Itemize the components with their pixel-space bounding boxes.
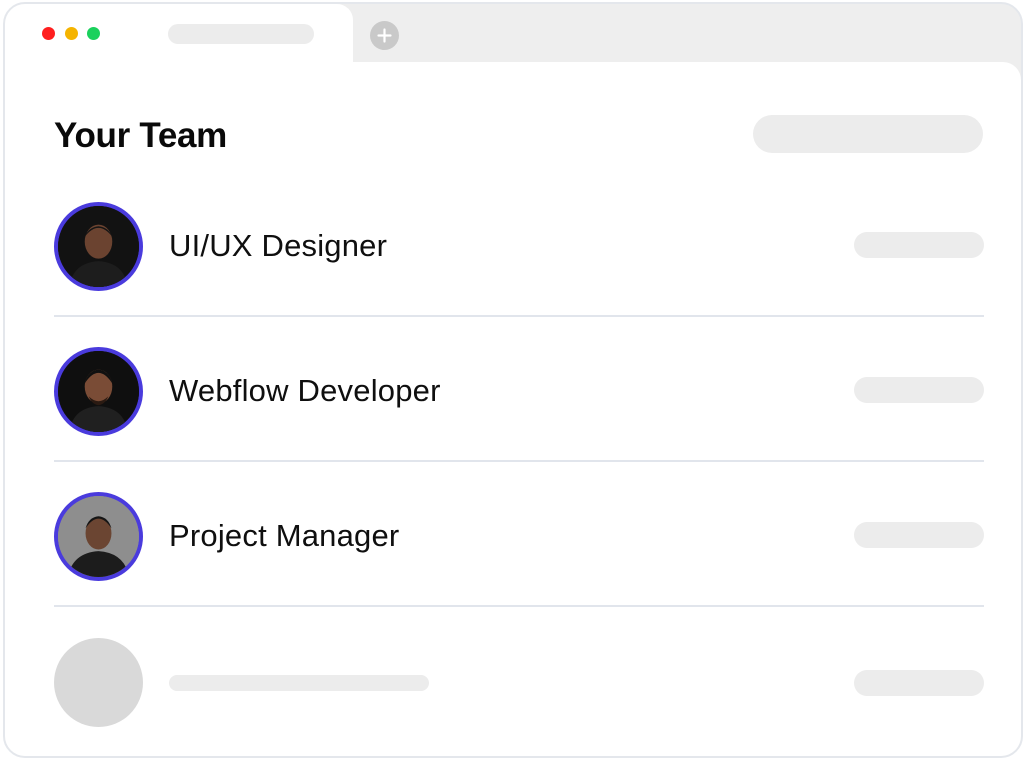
person-avatar-icon bbox=[58, 496, 139, 577]
team-member-row[interactable]: Webflow Developer bbox=[54, 317, 984, 462]
browser-window: Your Team UI/UX Designer Webflow Develop… bbox=[3, 2, 1023, 758]
team-member-row-placeholder bbox=[54, 607, 984, 752]
row-meta-placeholder bbox=[854, 377, 984, 403]
tab-title-placeholder bbox=[168, 24, 314, 44]
close-window-button[interactable] bbox=[42, 27, 55, 40]
row-meta-placeholder bbox=[854, 232, 984, 258]
avatar bbox=[54, 202, 143, 291]
team-member-row[interactable]: UI/UX Designer bbox=[54, 172, 984, 317]
avatar bbox=[54, 492, 143, 581]
new-tab-button[interactable] bbox=[370, 21, 399, 50]
plus-icon bbox=[377, 28, 392, 43]
avatar bbox=[54, 347, 143, 436]
team-member-role: Project Manager bbox=[169, 518, 400, 553]
team-member-row[interactable]: Project Manager bbox=[54, 462, 984, 607]
person-avatar-icon bbox=[58, 351, 139, 432]
maximize-window-button[interactable] bbox=[87, 27, 100, 40]
row-meta-placeholder bbox=[854, 670, 984, 696]
team-member-role: Webflow Developer bbox=[169, 373, 441, 408]
person-avatar-icon bbox=[58, 206, 139, 287]
header-action-placeholder bbox=[753, 115, 983, 153]
avatar-placeholder bbox=[54, 638, 143, 727]
page-title: Your Team bbox=[54, 116, 227, 155]
team-panel: Your Team UI/UX Designer Webflow Develop… bbox=[5, 62, 1021, 756]
row-meta-placeholder bbox=[854, 522, 984, 548]
minimize-window-button[interactable] bbox=[65, 27, 78, 40]
team-member-role: UI/UX Designer bbox=[169, 228, 388, 263]
role-placeholder bbox=[169, 675, 429, 691]
